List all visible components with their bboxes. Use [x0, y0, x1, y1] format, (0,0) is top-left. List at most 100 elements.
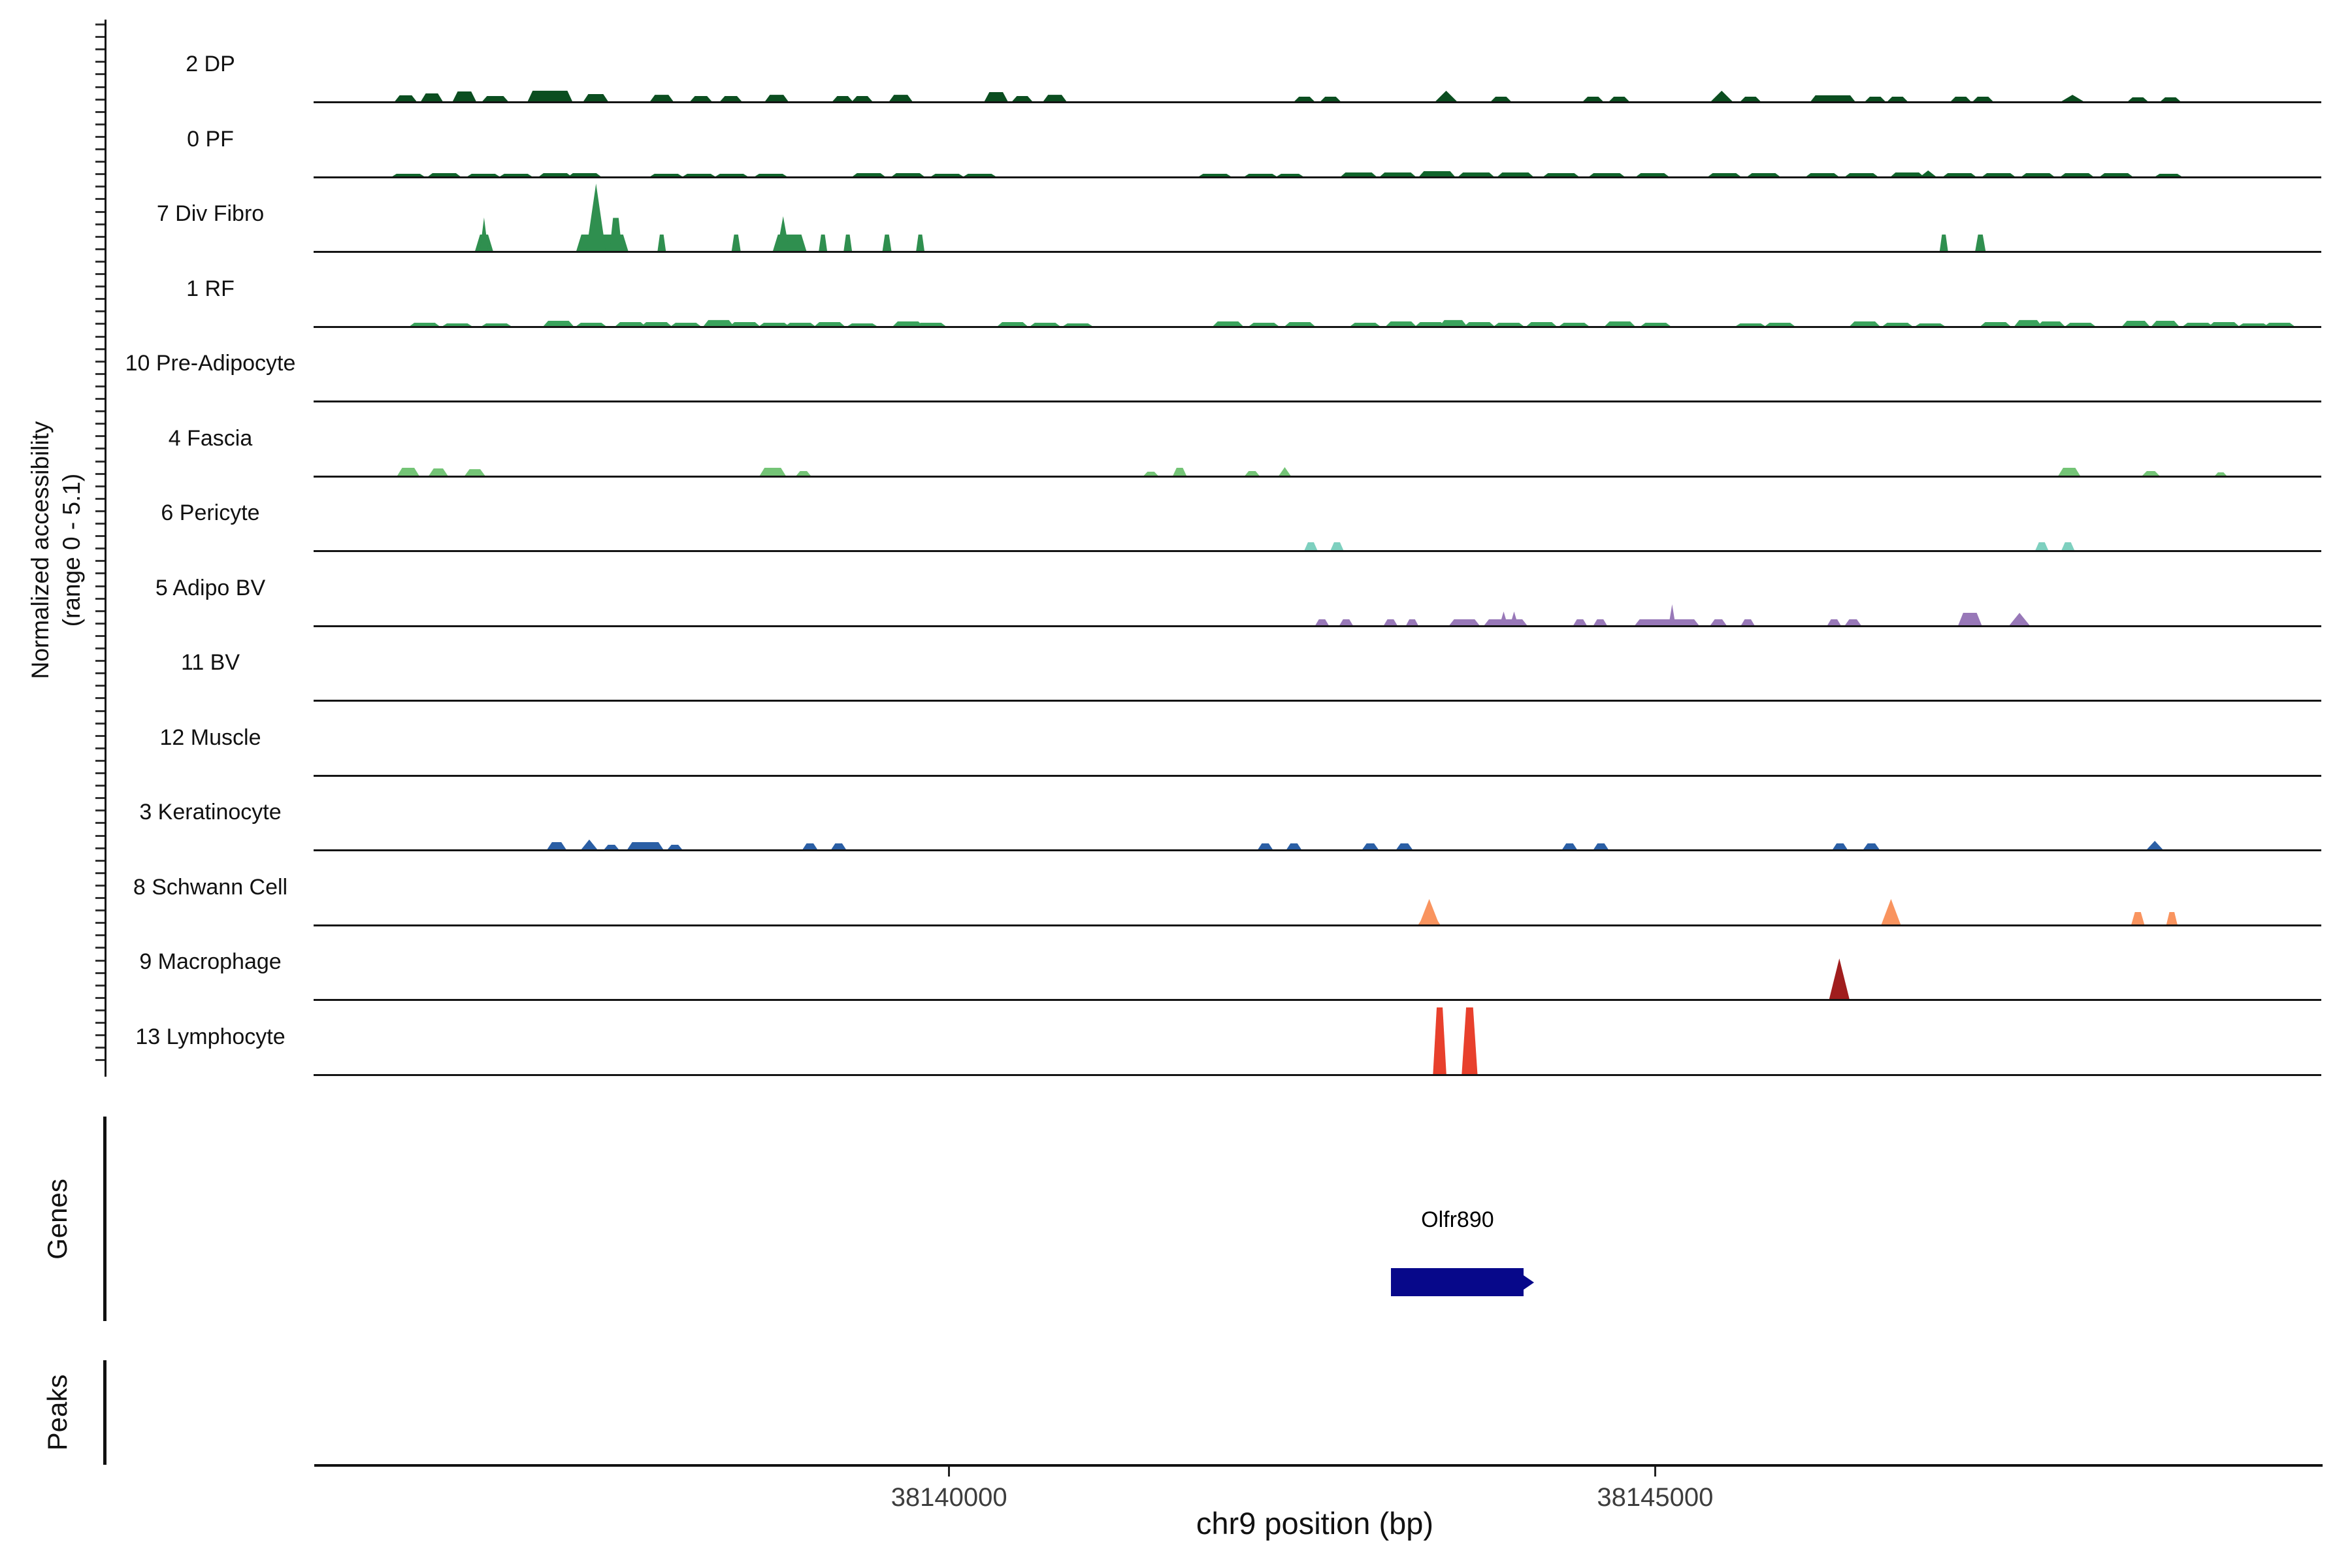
y-ruler-tick — [95, 248, 105, 250]
track-label: 11 BV — [112, 649, 308, 676]
coverage-peak — [480, 218, 488, 252]
y-ruler-tick — [95, 361, 105, 363]
y-ruler-tick — [95, 410, 105, 412]
y-ruler-tick — [95, 535, 105, 537]
y-ruler-tick — [95, 510, 105, 512]
coverage-peak — [657, 235, 666, 252]
track-label: 4 Fascia — [112, 425, 308, 452]
coverage-peak — [732, 235, 741, 252]
y-ruler-tick — [95, 847, 105, 849]
y-ruler-tick — [95, 485, 105, 487]
coverage-peak — [843, 235, 852, 252]
y-ruler-tick — [95, 772, 105, 774]
y-ruler-tick — [95, 523, 105, 525]
y-ruler-tick — [95, 610, 105, 612]
track-baseline — [314, 849, 2321, 851]
y-ruler-tick — [95, 585, 105, 587]
y-ruler-tick — [95, 99, 105, 101]
y-ruler-tick — [95, 909, 105, 911]
peaks-section-bracket — [103, 1360, 106, 1465]
y-ruler-tick — [95, 547, 105, 549]
coverage-peak — [819, 235, 827, 252]
y-ruler-tick — [95, 647, 105, 649]
y-ruler-tick — [95, 635, 105, 637]
track-label: 0 PF — [112, 125, 308, 153]
y-ruler-tick — [95, 560, 105, 562]
y-ruler-tick — [95, 735, 105, 737]
y-ruler-tick — [95, 723, 105, 725]
track-label: 9 Macrophage — [112, 948, 308, 975]
y-ruler-tick — [95, 123, 105, 125]
track-label: 3 Keratinocyte — [112, 798, 308, 826]
y-ruler-tick — [95, 48, 105, 50]
track-baseline — [314, 924, 2321, 926]
track-label: 1 RF — [112, 275, 308, 302]
y-ruler-tick — [95, 672, 105, 674]
y-ruler-tick — [95, 261, 105, 263]
gene-name-label: Olfr890 — [1353, 1207, 1562, 1233]
y-ruler-tick — [95, 161, 105, 163]
coverage-signal — [314, 33, 2316, 103]
coverage-signal — [314, 482, 2316, 551]
y-ruler-tick — [95, 448, 105, 449]
coverage-signal — [314, 930, 2316, 1000]
y-ruler-tick — [95, 860, 105, 862]
coverage-peak — [2146, 841, 2163, 850]
y-ruler-tick — [95, 660, 105, 662]
y-ruler-tick — [95, 286, 105, 287]
y-ruler-tick — [95, 785, 105, 787]
y-ruler-tick — [95, 323, 105, 325]
track-baseline — [314, 1074, 2321, 1076]
coverage-signal — [314, 257, 2316, 327]
coverage-signal — [314, 407, 2316, 477]
y-ruler-tick — [95, 872, 105, 874]
x-axis-tick-label: 38140000 — [851, 1483, 1047, 1512]
y-ruler-tick — [95, 697, 105, 699]
coverage-signal — [314, 108, 2316, 178]
y-ruler-tick — [95, 148, 105, 150]
y-ruler-tick — [95, 211, 105, 213]
y-ruler-tick — [95, 61, 105, 63]
y-ruler-tick — [95, 136, 105, 138]
track-label: 8 Schwann Cell — [112, 874, 308, 901]
y-ruler-tick — [95, 797, 105, 799]
y-ruler-tick — [95, 809, 105, 811]
track-baseline — [314, 400, 2321, 402]
track-baseline — [314, 775, 2321, 777]
coverage-peak — [2131, 912, 2145, 925]
track-baseline — [314, 326, 2321, 328]
y-ruler-tick — [95, 1059, 105, 1061]
coverage-peak — [1829, 958, 1850, 1000]
track-label: 12 Muscle — [112, 724, 308, 751]
y-ruler-tick — [95, 947, 105, 949]
y-ruler-tick — [95, 461, 105, 463]
coverage-peak — [1435, 91, 1458, 102]
y-ruler-tick — [95, 572, 105, 574]
y-ruler-tick — [95, 1034, 105, 1036]
y-ruler-tick — [95, 236, 105, 238]
y-ruler-tick — [95, 1009, 105, 1011]
y-ruler-tick — [95, 336, 105, 338]
coverage-peak — [1433, 1007, 1446, 1075]
coverage-peak — [1510, 611, 1518, 625]
y-ruler-tick — [95, 685, 105, 687]
x-axis-tick — [1654, 1467, 1656, 1477]
y-ruler-tick — [95, 198, 105, 200]
y-ruler-tick — [95, 985, 105, 987]
coverage-signal — [314, 781, 2316, 851]
y-ruler-tick — [95, 934, 105, 936]
y-ruler-tick — [95, 760, 105, 762]
y-ruler-tick — [95, 111, 105, 113]
y-ruler-tick — [95, 623, 105, 625]
y-ruler-tick — [95, 273, 105, 275]
gene-strand-arrow-icon — [1524, 1275, 1534, 1290]
y-ruler-tick — [95, 298, 105, 300]
coverage-peak — [1419, 899, 1439, 925]
coverage-peak — [883, 235, 892, 252]
track-label: 13 Lymphocyte — [112, 1023, 308, 1051]
coverage-plot-figure: Normalized accessibility (range 0 - 5.1)… — [0, 0, 2352, 1568]
y-ruler-tick — [95, 36, 105, 38]
track-baseline — [314, 550, 2321, 552]
coverage-peak — [1940, 235, 1948, 252]
y-ruler-tick — [95, 598, 105, 600]
